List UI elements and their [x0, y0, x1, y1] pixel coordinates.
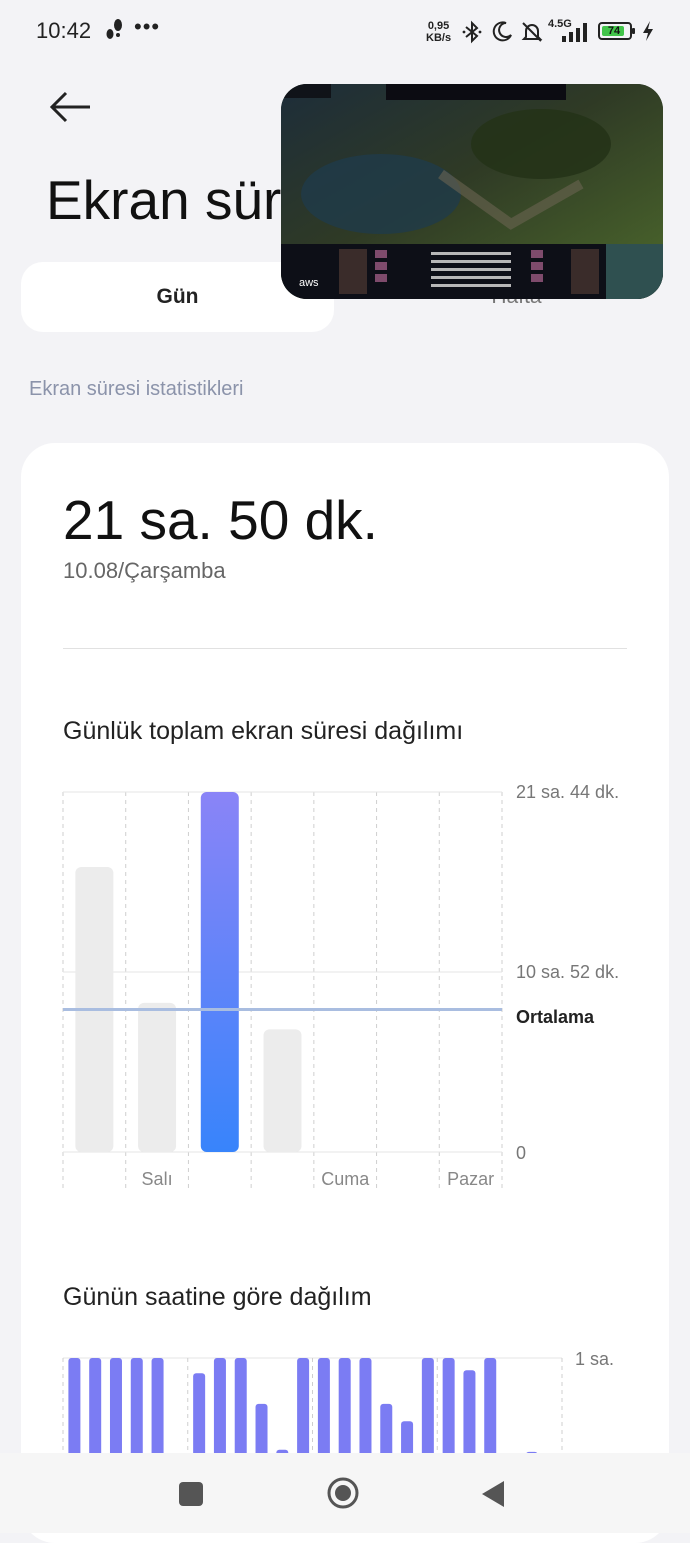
bar-hour[interactable]: [109, 1358, 122, 1453]
mute-bell-icon: [521, 22, 543, 42]
bar-hour[interactable]: [130, 1358, 143, 1453]
more-notifications: •••: [134, 14, 161, 39]
page-title: Ekran sür: [46, 169, 282, 231]
bar-hour[interactable]: [442, 1358, 455, 1453]
y-tick-zero: 0: [516, 1143, 527, 1163]
moon-icon: [492, 21, 512, 42]
bar-hour[interactable]: [421, 1358, 434, 1453]
bar-day[interactable]: [138, 1002, 177, 1152]
bluetooth-icon: [462, 20, 482, 44]
circle-home-icon[interactable]: [326, 1476, 360, 1510]
bar-hour[interactable]: [484, 1358, 497, 1453]
video-thumbnail: aws: [281, 84, 663, 299]
bar-hour[interactable]: [234, 1358, 247, 1453]
bar-hour[interactable]: [213, 1358, 226, 1453]
back-arrow-icon[interactable]: [44, 86, 100, 130]
bar-hour[interactable]: [338, 1358, 351, 1453]
bar-hour[interactable]: [151, 1358, 164, 1453]
navigation-bar: [0, 1453, 690, 1533]
net-speed-value: 0,95: [427, 20, 450, 32]
x-tick-label: Cuma: [321, 1169, 370, 1189]
square-recents-icon[interactable]: [178, 1481, 204, 1507]
bar-hour[interactable]: [255, 1403, 268, 1453]
y-tick-mid: 10 sa. 52 dk.: [516, 962, 620, 982]
section-label: Ekran süresi istatistikleri: [29, 378, 244, 400]
average-label: Ortalama: [516, 1007, 595, 1027]
summary-date: 10.08/Çarşamba: [63, 558, 226, 583]
bar-hour[interactable]: [89, 1358, 102, 1453]
bar-selected-day[interactable]: [200, 792, 239, 1152]
net-speed: 0,95 KB/s: [426, 20, 451, 44]
charging-icon: [643, 21, 653, 41]
total-screen-time: 21 sa. 50 dk.: [63, 489, 378, 551]
net-speed-unit: KB/s: [426, 32, 452, 44]
daily-chart: Salı Cuma Pazar: [62, 791, 503, 1189]
bar-hour[interactable]: [297, 1358, 310, 1453]
bar-hour[interactable]: [193, 1373, 206, 1453]
bar-day[interactable]: [263, 1029, 302, 1152]
battery-level: 74: [607, 25, 621, 37]
battery-icon: 74: [598, 22, 635, 40]
bar-hour[interactable]: [68, 1358, 81, 1453]
daily-chart-title: Günlük toplam ekran süresi dağılımı: [63, 717, 464, 745]
bar-hour[interactable]: [463, 1370, 476, 1453]
triangle-back-icon[interactable]: [480, 1480, 506, 1508]
bar-hour[interactable]: [380, 1403, 393, 1453]
bar-hour[interactable]: [359, 1358, 372, 1453]
hourly-y-tick: 1 sa.: [575, 1349, 615, 1369]
bar-hour[interactable]: [317, 1358, 330, 1453]
pip-video-window[interactable]: aws: [281, 84, 663, 299]
y-tick-max: 21 sa. 44 dk.: [516, 782, 620, 802]
signal-icon: [562, 23, 587, 42]
svg-text:aws: aws: [299, 277, 319, 289]
divider: [63, 648, 627, 649]
x-tick-label: Pazar: [447, 1169, 494, 1189]
hourly-chart-title: Günün saatine göre dağılım: [63, 1283, 372, 1311]
status-time: 10:42: [36, 18, 92, 43]
steps-icon: [106, 19, 122, 39]
x-tick-label: Salı: [142, 1169, 173, 1189]
bar-hour[interactable]: [401, 1421, 414, 1453]
